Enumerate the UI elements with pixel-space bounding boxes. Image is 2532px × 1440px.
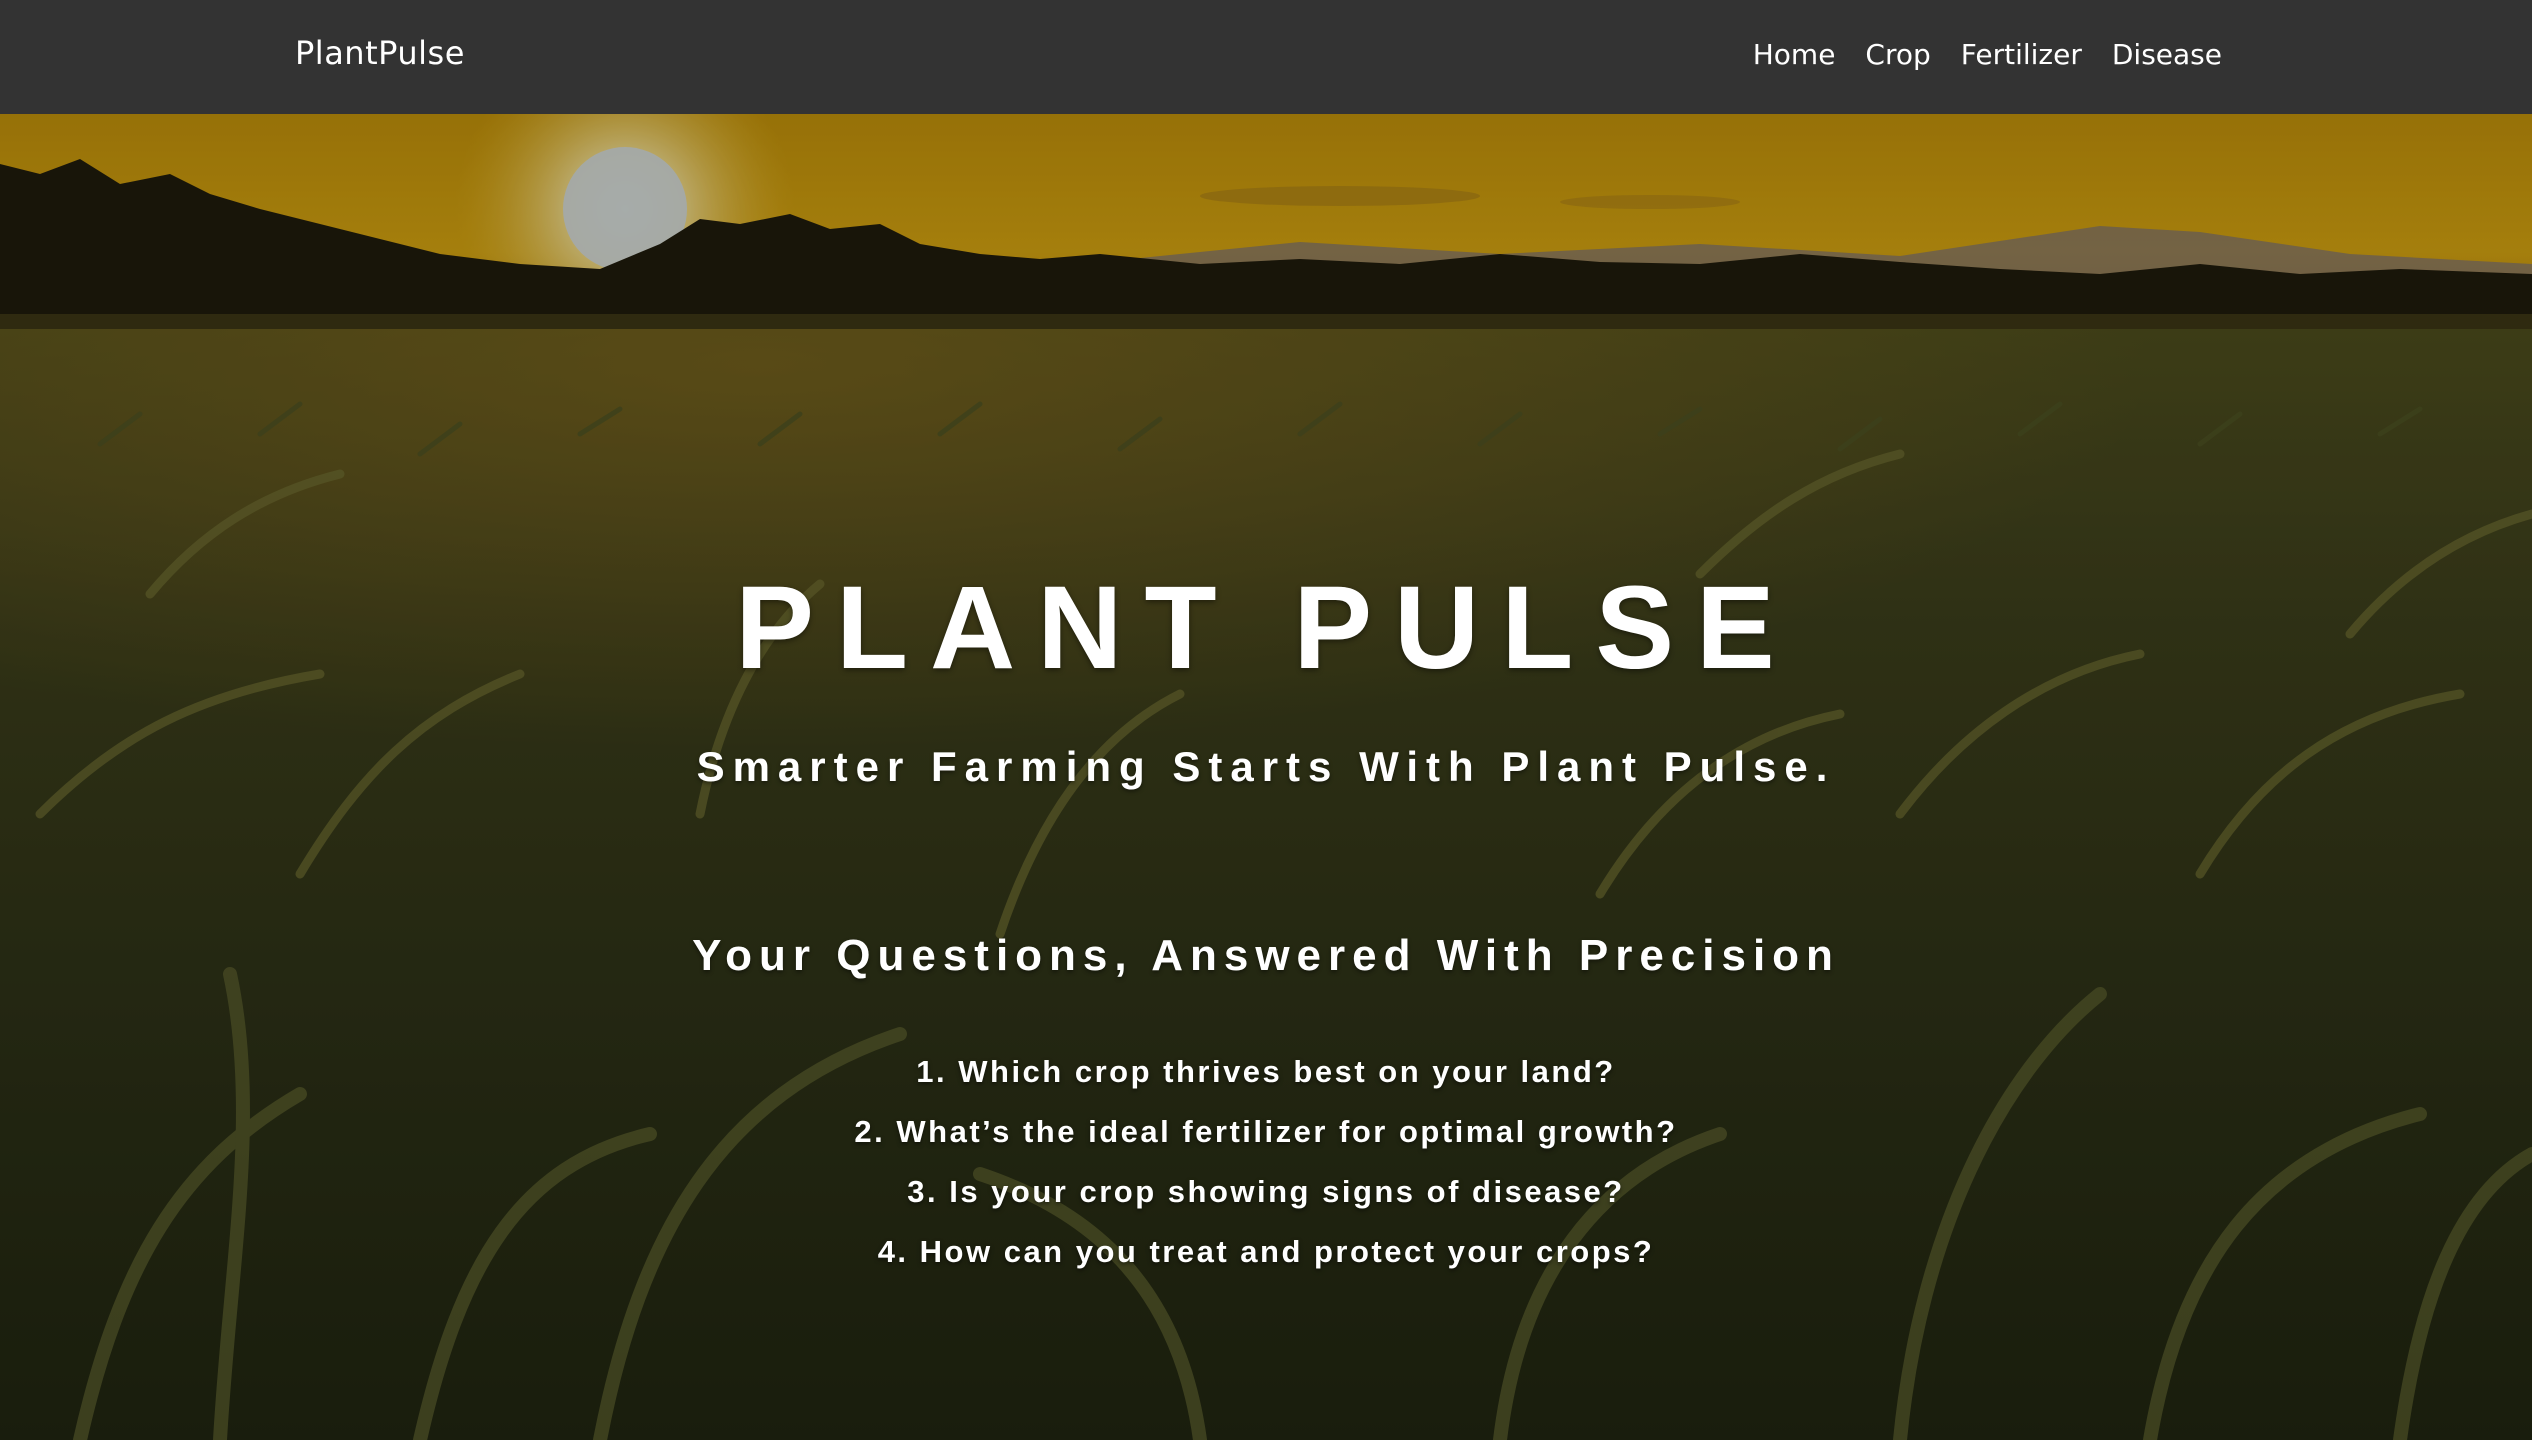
question-item-fertilizer: 2. What’s the ideal fertilizer for optim… — [854, 1114, 1678, 1149]
brand-logo-link[interactable]: PlantPulse — [295, 34, 465, 72]
nav-links: Home Crop Fertilizer Disease — [1753, 38, 2222, 71]
question-item-treatment: 4. How can you treat and protect your cr… — [877, 1234, 1655, 1269]
nav-link-disease[interactable]: Disease — [2112, 38, 2222, 71]
question-item-crop: 1. Which crop thrives best on your land? — [916, 1054, 1616, 1089]
nav-link-fertilizer[interactable]: Fertilizer — [1961, 38, 2082, 71]
hero-title: PLANT PULSE — [735, 562, 1797, 694]
nav-link-crop[interactable]: Crop — [1865, 38, 1930, 71]
nav-link-home[interactable]: Home — [1753, 38, 1836, 71]
top-navbar: PlantPulse Home Crop Fertilizer Disease — [0, 0, 2532, 114]
question-item-disease: 3. Is your crop showing signs of disease… — [907, 1174, 1625, 1209]
questions-heading: Your Questions, Answered With Precision — [692, 931, 1840, 980]
questions-list: 1. Which crop thrives best on your land?… — [0, 1042, 2532, 1282]
hero-content: PLANT PULSE Smarter Farming Starts With … — [0, 114, 2532, 1440]
hero-section: PLANT PULSE Smarter Farming Starts With … — [0, 114, 2532, 1440]
hero-subtitle: Smarter Farming Starts With Plant Pulse. — [696, 743, 1836, 790]
